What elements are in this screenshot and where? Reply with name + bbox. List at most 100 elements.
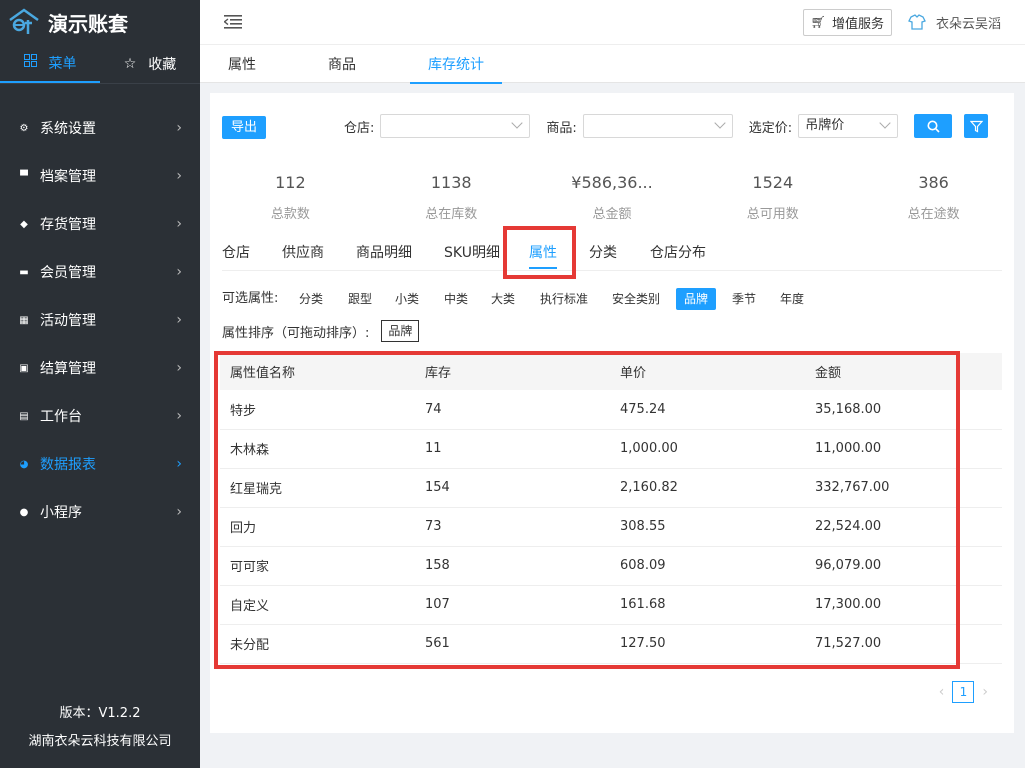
top-header: 🛒︎ 增值服务 衣朵云吴滔 [200, 0, 1025, 45]
chevron-down-icon [714, 117, 726, 129]
app-title: 演示账套 [48, 11, 128, 36]
cart-icon: 🛒︎ [810, 15, 826, 29]
chevron-right-icon: › [176, 504, 182, 520]
tab-label: 库存统计 [428, 57, 484, 73]
settings-icon: ⚙ [19, 122, 29, 134]
tab-inventory-stats[interactable]: 库存统计 [410, 45, 502, 84]
sidebar-tab-favorites[interactable]: ☆ 收藏 [100, 44, 200, 83]
price-select[interactable]: 吊牌价 [798, 114, 899, 138]
chevron-right-icon: › [176, 360, 182, 376]
box-icon: ◆ [20, 218, 28, 230]
sub-tab-label: 仓店 [222, 245, 250, 261]
grid-icon [23, 54, 37, 71]
chevron-right-icon: › [176, 264, 182, 280]
avatar [908, 14, 926, 30]
prev-page-button[interactable]: ‹ [939, 684, 945, 700]
stat-label: 总在库数 [425, 207, 478, 222]
stat-total-amount: ¥586,36... 总金额 [532, 173, 693, 222]
attribute-option-year[interactable]: 年度 [780, 288, 804, 310]
sub-tab-label: SKU明细 [444, 245, 500, 261]
attribute-option-brand[interactable]: 品牌 [676, 288, 717, 310]
sub-tab-supplier[interactable]: 供应商 [282, 233, 324, 271]
export-button[interactable]: 导出 [222, 116, 267, 139]
sub-tab-sku-detail[interactable]: SKU明细 [444, 233, 500, 271]
stat-value: 1524 [752, 173, 794, 192]
logo-icon [9, 8, 39, 34]
sub-tab-label: 供应商 [282, 245, 324, 261]
sidebar-item-members[interactable]: ▬ 会员管理 › [0, 248, 200, 296]
sidebar-item-label: 会员管理 [40, 265, 96, 281]
workbench-icon: ▤ [19, 410, 29, 422]
attribute-option-subcategory[interactable]: 小类 [395, 288, 419, 310]
sub-tab-product-detail[interactable]: 商品明细 [356, 233, 412, 271]
funnel-icon [969, 120, 983, 132]
sort-chip-brand[interactable]: 品牌 [381, 320, 420, 342]
user-name: 衣朵云吴滔 [935, 16, 1001, 32]
highlight-box-table [214, 351, 960, 669]
chevron-down-icon [879, 117, 891, 129]
sub-tab-store-distribution[interactable]: 仓店分布 [650, 233, 706, 271]
attribute-option-standard[interactable]: 执行标准 [540, 288, 588, 310]
tab-products[interactable]: 商品 [328, 45, 356, 83]
search-icon [927, 120, 940, 133]
sidebar-item-activities[interactable]: ▦ 活动管理 › [0, 296, 200, 344]
sidebar-item-settlement[interactable]: ▣ 结算管理 › [0, 344, 200, 392]
tab-label: 属性 [228, 57, 256, 73]
sub-tab-store[interactable]: 仓店 [222, 233, 250, 271]
chevron-right-icon: › [176, 456, 182, 472]
sidebar-item-system-settings[interactable]: ⚙ 系统设置 › [0, 104, 200, 152]
pie-chart-icon: ◕ [19, 458, 29, 470]
value-service-button[interactable]: 🛒︎ 增值服务 [802, 8, 892, 36]
sidebar-item-label: 小程序 [40, 505, 82, 521]
attribute-option-season[interactable]: 季节 [732, 288, 756, 310]
sidebar-item-reports[interactable]: ◕ 数据报表 › [0, 440, 200, 488]
attribute-option-major-category[interactable]: 大类 [491, 288, 515, 310]
tab-label: 商品 [328, 57, 356, 73]
product-label: 商品: [546, 120, 577, 136]
sidebar-menu: ⚙ 系统设置 › ▀ 档案管理 › ◆ 存货管理 › ▬ 会员管理 › ▦ 活动… [0, 104, 200, 536]
collapse-menu-icon[interactable] [224, 15, 242, 29]
content-card: 导出 仓店: 商品: 选定价: 吊牌价 112 总款数 1138 总在库数 ¥5… [210, 93, 1014, 733]
attribute-options-label: 可选属性: [222, 291, 279, 306]
star-icon: ☆ [123, 55, 137, 72]
sidebar-tab-label: 收藏 [148, 56, 177, 73]
advanced-filter-button[interactable] [964, 114, 989, 138]
sidebar-item-label: 结算管理 [40, 361, 96, 377]
user-menu[interactable]: 衣朵云吴滔 [908, 13, 1001, 32]
next-page-button[interactable]: › [982, 684, 988, 700]
sub-tab-category[interactable]: 分类 [589, 233, 617, 271]
sidebar-item-label: 工作台 [40, 409, 82, 425]
version-text: 版本：V1.2.2 [59, 706, 141, 721]
sidebar-tab-menu[interactable]: 菜单 [0, 44, 100, 83]
stat-total-in-stock: 1138 总在库数 [371, 173, 532, 222]
attribute-option-safety-class[interactable]: 安全类别 [612, 288, 660, 310]
sidebar-item-miniprogram[interactable]: ● 小程序 › [0, 488, 200, 536]
stat-label: 总款数 [270, 207, 310, 222]
sidebar-item-inventory[interactable]: ◆ 存货管理 › [0, 200, 200, 248]
product-select[interactable] [582, 114, 733, 138]
chevron-right-icon: › [176, 168, 182, 184]
attribute-option-heel[interactable]: 跟型 [348, 288, 372, 310]
sidebar: 演示账套 菜单 ☆ 收藏 ⚙ 系统设置 › ▀ 档案管理 › ◆ 存货管理 › [0, 0, 200, 768]
page-number-current[interactable]: 1 [952, 681, 975, 703]
pagination: ‹ 1 › [931, 681, 996, 703]
attribute-option-midcategory[interactable]: 中类 [444, 288, 468, 310]
tab-attributes[interactable]: 属性 [228, 45, 256, 83]
sidebar-item-label: 系统设置 [40, 121, 96, 137]
attribute-sort-row: 属性排序（可拖动排序）: 品牌 [222, 319, 420, 343]
member-card-icon: ▬ [19, 266, 29, 278]
sub-tab-label: 商品明细 [356, 245, 412, 261]
wallet-icon: ▣ [19, 362, 29, 374]
miniprogram-icon: ● [19, 506, 29, 518]
stat-value: ¥586,36... [571, 173, 653, 192]
chevron-right-icon: › [176, 120, 182, 136]
sidebar-item-label: 存货管理 [40, 217, 96, 233]
chevron-right-icon: › [176, 312, 182, 328]
sidebar-item-archive[interactable]: ▀ 档案管理 › [0, 152, 200, 200]
archive-icon: ▀ [20, 170, 28, 182]
chevron-right-icon: › [176, 216, 182, 232]
search-button[interactable] [914, 114, 953, 138]
sidebar-item-workbench[interactable]: ▤ 工作台 › [0, 392, 200, 440]
store-select[interactable] [380, 114, 531, 138]
attribute-option-category[interactable]: 分类 [299, 288, 323, 310]
